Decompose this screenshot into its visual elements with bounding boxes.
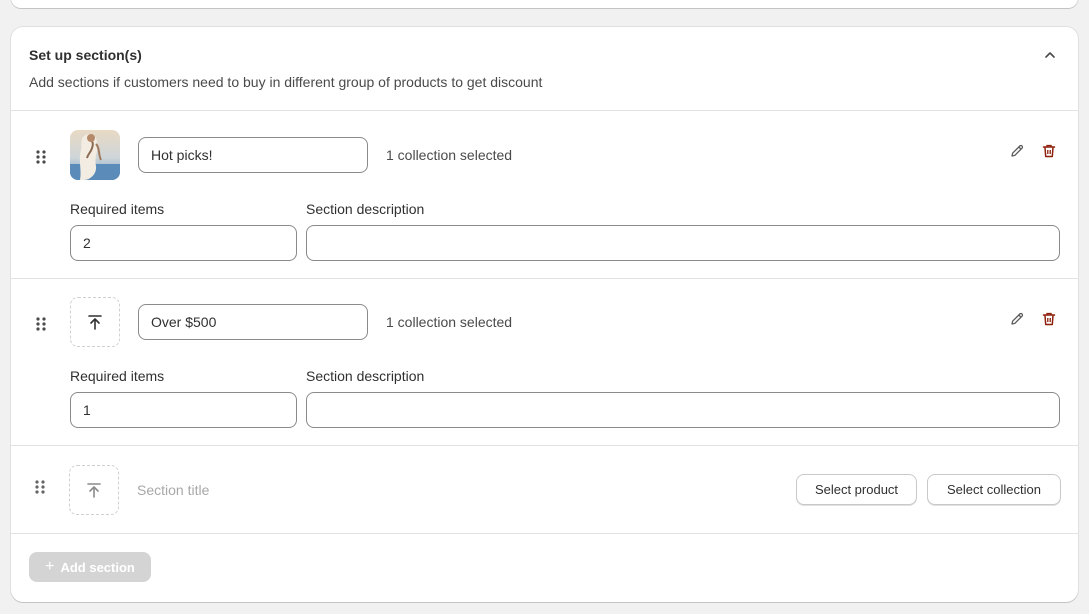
edit-button[interactable] (1007, 141, 1027, 161)
drag-handle-icon[interactable] (35, 316, 47, 332)
required-items-label: Required items (70, 201, 165, 217)
section-item: Hot picks! 1 collection selected Require… (11, 111, 1078, 279)
trash-icon (1042, 312, 1056, 326)
card-title: Set up section(s) (29, 47, 142, 63)
section-description-label: Section description (306, 201, 425, 217)
pencil-icon (1011, 144, 1024, 157)
plus-icon: + (45, 558, 55, 575)
product-photo-icon (70, 130, 120, 180)
section-description-input[interactable] (306, 225, 1060, 261)
select-collection-button[interactable]: Select collection (927, 474, 1061, 505)
collection-count: 1 collection selected (386, 314, 513, 330)
required-items-label: Required items (70, 368, 165, 384)
section-description-input[interactable] (306, 392, 1060, 428)
section-image-upload[interactable] (70, 297, 120, 347)
section-title-input[interactable]: Hot picks! (138, 137, 368, 173)
upload-icon (87, 483, 101, 498)
required-items-input[interactable]: 1 (70, 392, 297, 428)
add-section-button[interactable]: + Add section (29, 552, 151, 582)
add-section-label: Add section (60, 559, 135, 575)
delete-button[interactable] (1039, 309, 1059, 329)
collection-count: 1 collection selected (386, 147, 513, 163)
section-image-upload[interactable] (69, 465, 119, 515)
trash-icon (1042, 144, 1056, 158)
select-product-button[interactable]: Select product (796, 474, 917, 505)
required-items-input[interactable]: 2 (70, 225, 297, 261)
chevron-up-icon (1045, 52, 1055, 58)
delete-button[interactable] (1039, 141, 1059, 161)
collapse-button[interactable] (1040, 45, 1060, 65)
pencil-icon (1011, 312, 1024, 325)
card-subtitle: Add sections if customers need to buy in… (29, 74, 543, 90)
previous-card (11, 0, 1078, 8)
section-title-placeholder[interactable]: Section title (137, 482, 209, 498)
new-section-item: Section title Select product Select coll… (11, 446, 1078, 534)
section-item: Over $500 1 collection selected Required… (11, 279, 1078, 446)
sections-card: Set up section(s) Add sections if custom… (11, 27, 1078, 602)
edit-button[interactable] (1007, 309, 1027, 329)
drag-handle-icon[interactable] (35, 149, 47, 165)
section-description-label: Section description (306, 368, 425, 384)
drag-handle-icon[interactable] (34, 479, 46, 495)
section-title-input[interactable]: Over $500 (138, 304, 368, 340)
card-header: Set up section(s) Add sections if custom… (11, 27, 1078, 111)
upload-icon (88, 315, 102, 330)
section-image[interactable] (70, 130, 120, 180)
